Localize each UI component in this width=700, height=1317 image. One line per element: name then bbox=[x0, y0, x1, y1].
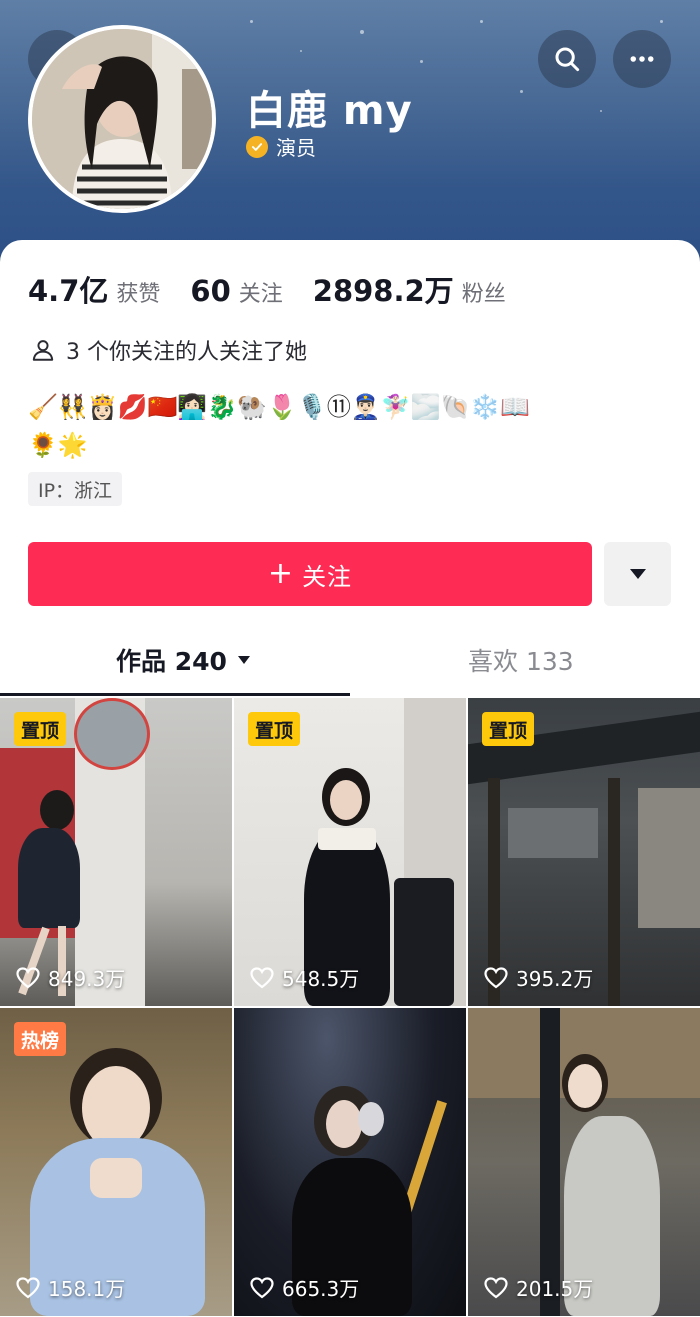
heart-icon bbox=[250, 1276, 274, 1298]
video-tile[interactable]: 201.5万 bbox=[468, 1008, 700, 1316]
bio-line-2: 🌻🌟 bbox=[28, 431, 88, 459]
like-count: 548.5万 bbox=[250, 963, 359, 992]
stat-value: 4.7亿 bbox=[28, 274, 109, 308]
more-actions-dropdown[interactable] bbox=[604, 542, 671, 606]
mutual-follow-row[interactable]: 3 个你关注的人关注了她 bbox=[30, 334, 307, 366]
like-count-value: 665.3万 bbox=[282, 1277, 360, 1301]
more-icon bbox=[630, 56, 654, 62]
content-tabs: 作品 240 喜欢 133 bbox=[0, 624, 700, 696]
like-count-value: 201.5万 bbox=[516, 1277, 594, 1301]
bio: 🧹👯‍♀️👸🏻💋🇨🇳👩🏻‍💻🐉🐏🌷🎙️⑪👮🏻‍♂️🧚🏻‍♀️🌫️🐚❄️📖 🌻🌟 bbox=[28, 388, 668, 464]
tab-works-label: 作品 240 bbox=[116, 647, 227, 676]
plus-icon: + bbox=[267, 556, 295, 591]
heart-icon bbox=[16, 1276, 40, 1298]
chevron-down-icon bbox=[237, 656, 250, 664]
like-count: 395.2万 bbox=[484, 963, 593, 992]
like-count: 201.5万 bbox=[484, 1273, 593, 1302]
stats-row: 4.7亿 获赞 60 关注 2898.2万 粉丝 bbox=[28, 268, 536, 310]
search-button[interactable] bbox=[538, 30, 596, 88]
like-count: 158.1万 bbox=[16, 1273, 125, 1302]
video-tile[interactable]: 665.3万 bbox=[234, 1008, 466, 1316]
like-count-value: 548.5万 bbox=[282, 967, 360, 991]
bio-line-1: 🧹👯‍♀️👸🏻💋🇨🇳👩🏻‍💻🐉🐏🌷🎙️⑪👮🏻‍♂️🧚🏻‍♀️🌫️🐚❄️📖 bbox=[28, 393, 531, 421]
tab-likes-label: 喜欢 133 bbox=[468, 647, 574, 676]
pinned-badge: 置顶 bbox=[14, 712, 67, 746]
chevron-down-icon bbox=[629, 569, 646, 579]
follow-label: 关注 bbox=[302, 562, 353, 591]
pinned-badge: 置顶 bbox=[248, 712, 301, 746]
video-tile[interactable]: 置顶 849.3万 bbox=[0, 698, 232, 1006]
stat-value: 60 bbox=[190, 274, 231, 308]
mutual-follow-text: 3 个你关注的人关注了她 bbox=[66, 340, 307, 365]
tab-likes[interactable]: 喜欢 133 bbox=[468, 642, 574, 678]
heart-icon bbox=[484, 966, 508, 988]
stat-label: 关注 bbox=[238, 282, 283, 307]
avatar[interactable] bbox=[28, 25, 216, 213]
verification-text: 演员 bbox=[276, 136, 316, 160]
heart-icon bbox=[250, 966, 274, 988]
like-count: 849.3万 bbox=[16, 963, 125, 992]
like-count-value: 158.1万 bbox=[48, 1277, 126, 1301]
search-icon bbox=[555, 47, 580, 72]
ip-location-tag: IP：浙江 bbox=[28, 472, 123, 506]
video-tile[interactable]: 热榜 158.1万 bbox=[0, 1008, 232, 1316]
profile-name: 白鹿 my bbox=[246, 88, 413, 134]
pinned-badge: 置顶 bbox=[482, 712, 535, 746]
like-count-value: 849.3万 bbox=[48, 967, 126, 991]
stat-following[interactable]: 60 关注 bbox=[190, 274, 282, 308]
stat-label: 获赞 bbox=[116, 282, 161, 307]
like-count: 665.3万 bbox=[250, 1273, 359, 1302]
tab-works[interactable]: 作品 240 bbox=[116, 642, 251, 678]
trending-badge: 热榜 bbox=[14, 1022, 67, 1056]
stat-likes[interactable]: 4.7亿 获赞 bbox=[28, 268, 160, 310]
profile-card: 4.7亿 获赞 60 关注 2898.2万 粉丝 3 个你关注的人关注了她 🧹👯… bbox=[0, 240, 700, 1317]
heart-icon bbox=[16, 966, 40, 988]
video-tile[interactable]: 置顶 395.2万 bbox=[468, 698, 700, 1006]
follow-button[interactable]: + 关注 bbox=[28, 542, 592, 606]
heart-icon bbox=[484, 1276, 508, 1298]
verified-icon bbox=[246, 135, 268, 158]
stat-value: 2898.2万 bbox=[312, 274, 454, 308]
stat-followers[interactable]: 2898.2万 粉丝 bbox=[313, 268, 506, 310]
like-count-value: 395.2万 bbox=[516, 967, 594, 991]
verification-label: 演员 bbox=[246, 132, 316, 161]
person-icon bbox=[32, 340, 54, 361]
tab-active-indicator bbox=[0, 693, 350, 696]
more-button[interactable] bbox=[613, 30, 671, 88]
stat-label: 粉丝 bbox=[461, 282, 506, 307]
video-tile[interactable]: 置顶 548.5万 bbox=[234, 698, 466, 1006]
